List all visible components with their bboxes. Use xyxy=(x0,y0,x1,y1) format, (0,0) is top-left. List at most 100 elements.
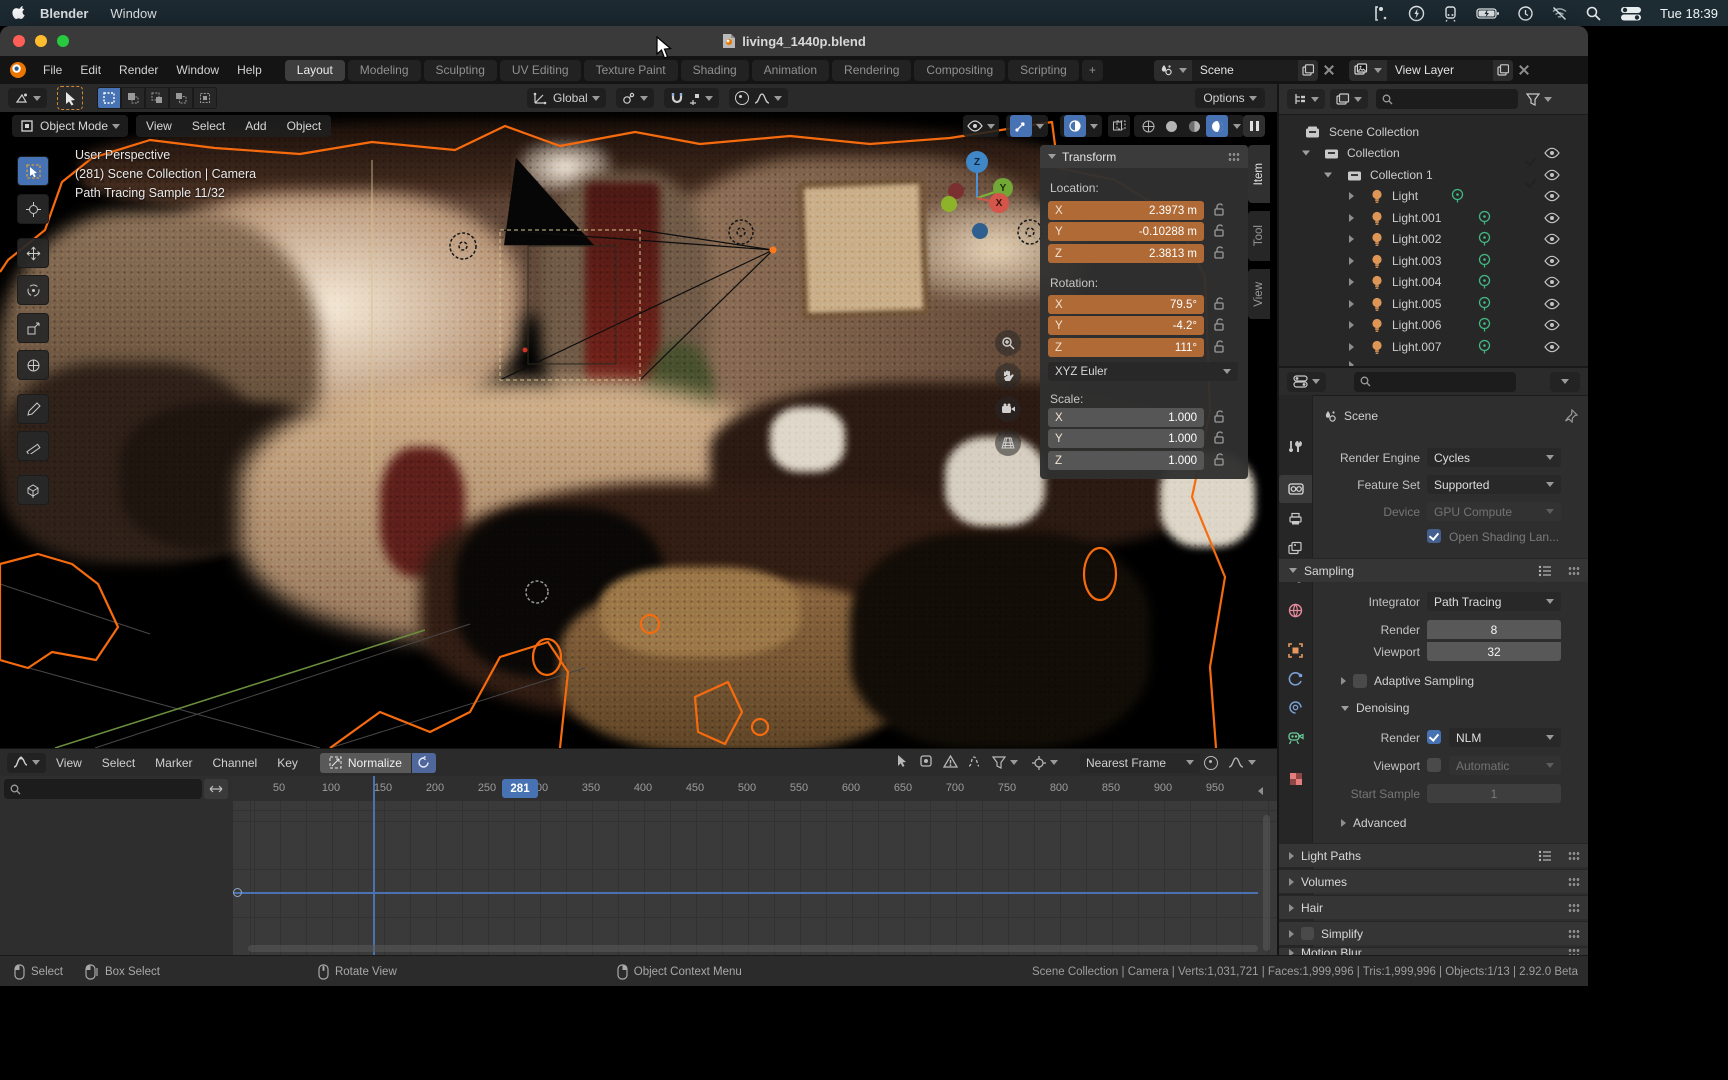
start-sample-field[interactable]: 1 xyxy=(1427,784,1561,803)
falloff-dropdown[interactable] xyxy=(1228,756,1256,769)
scene-selector[interactable]: Scene xyxy=(1154,60,1318,81)
workspace-tab-rendering[interactable]: Rendering xyxy=(832,60,911,81)
options-label[interactable]: Options xyxy=(1203,91,1244,105)
viewport-menu-object[interactable]: Object xyxy=(277,119,332,133)
shading-rendered-icon[interactable] xyxy=(1206,115,1228,137)
proportional-editing-toggle[interactable] xyxy=(1204,756,1218,770)
device-dropdown[interactable]: GPU Compute xyxy=(1427,502,1561,521)
outliner-item-label[interactable]: Light.004 xyxy=(1392,275,1441,289)
section-volumes[interactable]: Volumes xyxy=(1279,869,1588,893)
panel-drag-handle[interactable] xyxy=(1568,929,1580,939)
outliner-row-scene-collection[interactable]: Scene Collection xyxy=(1279,121,1588,142)
outliner-item-label[interactable]: Collection 1 xyxy=(1370,168,1433,182)
workspace-tab-texture-paint[interactable]: Texture Paint xyxy=(584,60,678,81)
render-engine-dropdown[interactable]: Cycles xyxy=(1427,448,1561,467)
lock-rotation-y-icon[interactable] xyxy=(1212,317,1228,333)
section-hair[interactable]: Hair xyxy=(1279,895,1588,919)
location-z-field[interactable]: Z2.3813 m xyxy=(1048,244,1204,263)
osl-checkbox[interactable] xyxy=(1427,529,1441,543)
outliner-row-light[interactable]: Light.001 xyxy=(1279,207,1588,228)
breadcrumb-label[interactable]: Scene xyxy=(1344,409,1378,423)
perspective-toggle-button[interactable] xyxy=(995,430,1021,456)
scale-tool[interactable] xyxy=(17,313,49,343)
tab-texture-icon[interactable] xyxy=(1279,765,1312,793)
shading-solid-icon[interactable] xyxy=(1160,115,1182,137)
expand-icon[interactable] xyxy=(1349,257,1354,265)
ghost-curves-icon[interactable] xyxy=(967,754,981,771)
lock-scale-y-icon[interactable] xyxy=(1212,430,1228,446)
mode-dropdown[interactable]: Object Mode xyxy=(12,115,128,137)
outliner-item-label[interactable]: Light.002 xyxy=(1392,232,1441,246)
location-y-field[interactable]: Y-0.10288 m xyxy=(1048,222,1204,241)
orientation-label[interactable]: Global xyxy=(553,91,588,105)
sampling-section-header[interactable]: Sampling xyxy=(1279,558,1588,582)
presets-icon[interactable] xyxy=(1538,565,1552,577)
hide-eye-icon[interactable] xyxy=(1544,212,1560,223)
outliner-item-label[interactable]: Light xyxy=(1392,189,1418,203)
channel-search-input[interactable] xyxy=(4,779,202,799)
denoising-header[interactable]: Denoising xyxy=(1341,701,1409,715)
menu-render[interactable]: Render xyxy=(110,63,167,77)
light-data-icon[interactable] xyxy=(1477,317,1492,333)
hide-eye-icon[interactable] xyxy=(1544,276,1560,287)
options-button[interactable]: Options xyxy=(1195,88,1265,108)
remove-view-layer-icon[interactable] xyxy=(1516,62,1532,78)
properties-options-dropdown[interactable] xyxy=(1550,372,1580,392)
light-gizmos[interactable] xyxy=(450,220,1042,603)
rotation-y-field[interactable]: Y-4.2° xyxy=(1048,316,1204,335)
viewport-menu-view[interactable]: View xyxy=(136,119,182,133)
pause-render-button[interactable] xyxy=(1243,115,1265,137)
outliner-row-collection[interactable]: Collection xyxy=(1279,142,1588,163)
normalize-toggle[interactable]: Normalize xyxy=(320,753,411,773)
only-selected-filter-icon[interactable] xyxy=(895,754,909,771)
viewport-samples-field[interactable]: 32 xyxy=(1427,642,1561,661)
pivot-point-dropdown[interactable] xyxy=(616,88,654,108)
selected-light-origin[interactable] xyxy=(770,247,777,254)
graph-menu-select[interactable]: Select xyxy=(92,756,145,770)
tab-render-icon[interactable] xyxy=(1279,475,1312,503)
expand-icon[interactable] xyxy=(1349,278,1354,286)
tab-object-data-icon[interactable] xyxy=(1279,724,1312,752)
workspace-tab-animation[interactable]: Animation xyxy=(752,60,829,81)
transform-panel-header[interactable]: Transform xyxy=(1040,145,1248,168)
light-data-icon[interactable] xyxy=(1477,210,1492,226)
graph-ruler[interactable]: 5010015020025030035040045050055060065070… xyxy=(233,776,1277,802)
region-collapse-arrow[interactable] xyxy=(1258,787,1263,795)
adaptive-sampling-checkbox[interactable] xyxy=(1353,674,1367,688)
workspace-tab-uv-editing[interactable]: UV Editing xyxy=(500,60,581,81)
menu-window[interactable]: Window xyxy=(167,63,228,77)
presets-icon[interactable] xyxy=(1538,850,1552,862)
hide-eye-icon[interactable] xyxy=(1544,298,1560,309)
shading-material-icon[interactable] xyxy=(1183,115,1205,137)
graph-menu-key[interactable]: Key xyxy=(267,756,308,770)
viewport-menu-add[interactable]: Add xyxy=(235,119,276,133)
scene-browse-icon[interactable] xyxy=(1154,60,1192,81)
auto-snap-dropdown[interactable]: Nearest Frame xyxy=(1080,753,1200,773)
object-visibility-dropdown[interactable] xyxy=(963,115,999,137)
hide-eye-icon[interactable] xyxy=(1544,190,1560,201)
light-data-icon[interactable] xyxy=(1477,253,1492,269)
expand-icon[interactable] xyxy=(1349,214,1354,222)
workspace-tab-sculpting[interactable]: Sculpting xyxy=(424,60,497,81)
lock-rotation-x-icon[interactable] xyxy=(1212,296,1228,312)
scene-name[interactable]: Scene xyxy=(1192,63,1298,77)
pin-icon[interactable] xyxy=(1564,409,1578,423)
select-invert-toggle[interactable] xyxy=(169,87,193,109)
macos-app-menu[interactable]: Blender xyxy=(29,6,99,21)
gizmo-neg-y-axis[interactable] xyxy=(941,196,957,212)
lock-location-x-icon[interactable] xyxy=(1212,202,1228,218)
location-x-field[interactable]: X2.3973 m xyxy=(1048,201,1204,220)
mode-label[interactable]: Object Mode xyxy=(40,119,108,133)
expand-icon[interactable] xyxy=(1349,300,1354,308)
panel-drag-handle[interactable] xyxy=(1568,851,1580,861)
panel-drag-handle[interactable] xyxy=(1568,877,1580,887)
pan-view-button[interactable] xyxy=(995,363,1021,389)
zoom-view-button[interactable] xyxy=(995,330,1021,356)
3d-viewport[interactable]: Object Mode View Select Add Object xyxy=(0,112,1277,748)
sidebar-tab-item[interactable]: Item xyxy=(1248,145,1270,203)
editor-type-button[interactable] xyxy=(8,88,47,108)
new-scene-icon[interactable] xyxy=(1298,60,1318,81)
outliner-row-light[interactable]: Light.005 xyxy=(1279,293,1588,314)
view-layer-selector[interactable]: View Layer xyxy=(1349,60,1513,81)
light-data-icon[interactable] xyxy=(1450,188,1465,204)
